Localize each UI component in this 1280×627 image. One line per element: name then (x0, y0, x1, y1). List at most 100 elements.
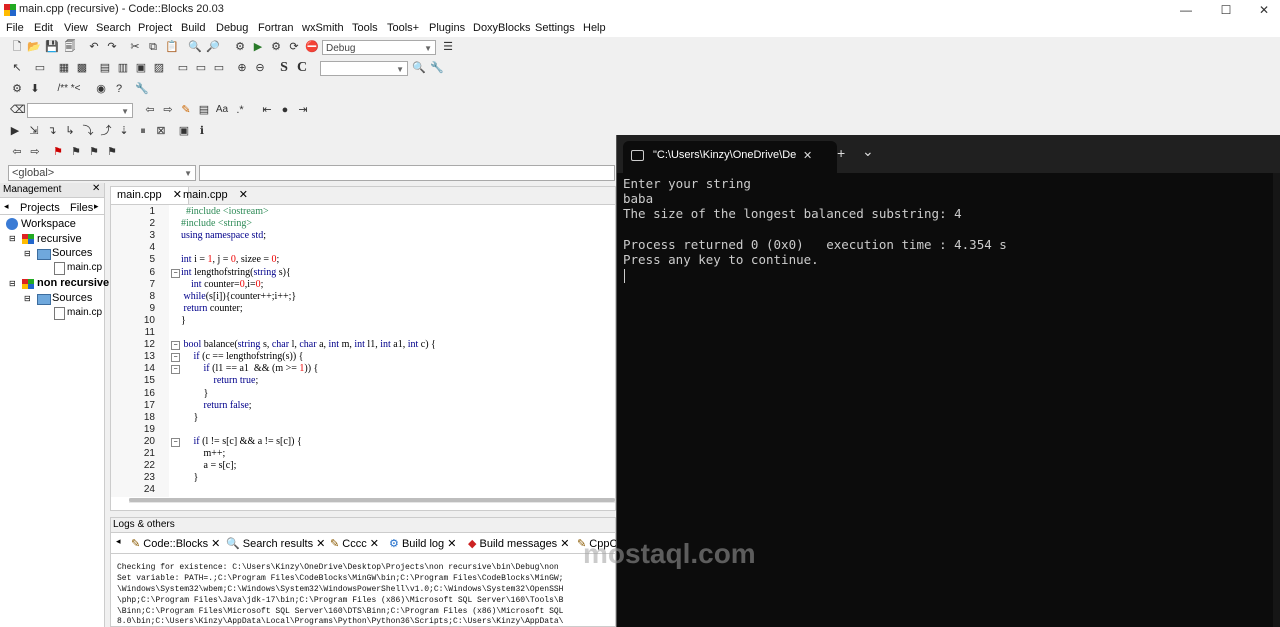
find-next-icon[interactable]: ⇨ (161, 103, 175, 117)
build-gear-icon[interactable]: ⚙ (233, 40, 247, 54)
editor-tab[interactable]: main.cpp ✕ (177, 187, 254, 204)
menu-view[interactable]: View (64, 22, 88, 34)
save-all-icon[interactable]: 🗐 (63, 40, 77, 54)
open-file-icon[interactable]: 📂 (27, 40, 41, 54)
pointer-icon[interactable]: ↖ (10, 61, 24, 75)
tab-scroll-left-icon[interactable]: ◂ (116, 536, 121, 547)
minimize-button[interactable]: — (1166, 0, 1206, 20)
sizer-icon[interactable]: ▤ (98, 61, 112, 75)
widget-b-icon[interactable]: ▭ (194, 61, 208, 75)
jump-back-icon[interactable]: ⇤ (260, 103, 274, 117)
wx-combo[interactable]: ▼ (320, 61, 408, 76)
next-bookmark-icon[interactable]: ⚑ (87, 145, 101, 159)
scrollbar-thumb[interactable] (129, 498, 615, 502)
comment-block-button[interactable]: /** *< (50, 82, 88, 96)
collapse-icon[interactable]: ⊟ (24, 249, 31, 258)
widget-c-icon[interactable]: ▭ (212, 61, 226, 75)
paste-icon[interactable]: 📋 (165, 40, 179, 54)
maximize-button[interactable]: ☐ (1206, 0, 1246, 20)
close-icon[interactable]: ✕ (316, 538, 325, 550)
tree-sources[interactable]: Sources (52, 292, 92, 304)
menu-search[interactable]: Search (96, 22, 131, 34)
close-icon[interactable]: ✕ (803, 149, 812, 162)
s-button[interactable]: S (277, 61, 291, 75)
tree-sources[interactable]: Sources (52, 247, 92, 259)
pause-icon[interactable]: ⏸ (136, 124, 150, 138)
panel-icon[interactable]: ▩ (75, 61, 89, 75)
debug-info-icon[interactable]: ℹ (195, 124, 209, 138)
search-text-input[interactable]: ▼ (27, 103, 133, 118)
step-into-instr-icon[interactable]: ⇣ (117, 124, 131, 138)
close-button[interactable]: ✕ (1244, 0, 1280, 20)
tree-project-non-recursive[interactable]: non recursive (37, 277, 109, 289)
menu-tools-plus[interactable]: Tools+ (387, 22, 419, 34)
debug-windows-icon[interactable]: ▣ (177, 124, 191, 138)
highlight-icon[interactable]: ✎ (179, 103, 193, 117)
html-icon[interactable]: ◉ (94, 82, 108, 96)
replace-icon[interactable]: 🔎 (206, 40, 220, 54)
jump-forward-icon[interactable]: ⇥ (296, 103, 310, 117)
copy-icon[interactable]: ⧉ (146, 40, 160, 54)
debug-continue-icon[interactable]: ▶ (8, 124, 22, 138)
menu-plugins[interactable]: Plugins (429, 22, 465, 34)
collapse-icon[interactable]: ⊟ (9, 234, 16, 243)
doxywizard-icon[interactable]: ⚙ (10, 82, 24, 96)
log-tab-build-log[interactable]: ⚙ Build log ✕ (386, 535, 460, 553)
box-sizer-icon[interactable]: ▥ (116, 61, 130, 75)
c-button[interactable]: C (295, 61, 309, 75)
new-file-icon[interactable]: 🗋 (10, 40, 24, 54)
log-tab-codeblocks[interactable]: ✎ Code::Blocks ✕ (131, 535, 220, 553)
fold-collapse-icon[interactable]: − (171, 268, 180, 278)
widget-a-icon[interactable]: ▭ (176, 61, 190, 75)
close-icon[interactable]: ✕ (370, 538, 379, 550)
undo-icon[interactable]: ↶ (87, 40, 101, 54)
close-icon[interactable]: ✕ (239, 189, 248, 201)
terminal-scrollbar[interactable] (1273, 173, 1280, 627)
menu-settings[interactable]: Settings (535, 22, 575, 34)
search-icon[interactable]: 🔍 (412, 61, 426, 75)
menu-fortran[interactable]: Fortran (258, 22, 293, 34)
fold-collapse-icon[interactable]: − (171, 437, 180, 447)
forward-icon[interactable]: ⇨ (28, 145, 42, 159)
close-icon[interactable]: ✕ (447, 538, 456, 550)
save-icon[interactable]: 💾 (45, 40, 59, 54)
build-options-icon[interactable]: ☰ (441, 40, 455, 54)
collapse-icon[interactable]: ⊟ (24, 294, 31, 303)
zoom-in-icon[interactable]: ⊕ (235, 61, 249, 75)
selected-text-icon[interactable]: ▤ (197, 103, 211, 117)
find-icon[interactable]: 🔍 (188, 40, 202, 54)
grid-sizer-icon[interactable]: ▣ (134, 61, 148, 75)
last-jump-icon[interactable]: ● (278, 103, 292, 117)
tab-scroll-left-icon[interactable]: ◂ (4, 201, 9, 212)
build-run-icon[interactable]: ⚙ (269, 40, 283, 54)
log-tab-build-messages[interactable]: ◆ Build messages ✕ (468, 535, 569, 553)
build-target-select[interactable]: Debug ▼ (322, 40, 436, 55)
wrench-icon[interactable]: 🔧 (430, 61, 444, 75)
tab-dropdown-button[interactable]: ⌄ (862, 143, 874, 160)
flex-sizer-icon[interactable]: ▨ (152, 61, 166, 75)
next-line-icon[interactable]: ↴ (45, 124, 59, 138)
preferences-wrench-icon[interactable]: 🔧 (135, 82, 149, 96)
tree-project-recursive[interactable]: recursive (37, 233, 82, 245)
stop-debug-icon[interactable]: ⊠ (154, 124, 168, 138)
menu-wxsmith[interactable]: wxSmith (302, 22, 344, 34)
next-instruction-icon[interactable]: ↳ (63, 124, 77, 138)
tab-scroll-right-icon[interactable]: ▸ (94, 201, 99, 212)
run-to-cursor-icon[interactable]: ⇲ (27, 124, 41, 138)
rebuild-icon[interactable]: ⟳ (287, 40, 301, 54)
fold-collapse-icon[interactable]: − (171, 353, 180, 363)
horizontal-scrollbar[interactable] (129, 498, 615, 503)
chm-icon[interactable]: ? (112, 82, 126, 96)
tree-workspace[interactable]: Workspace (21, 218, 76, 230)
frame-icon[interactable]: ▭ (33, 61, 47, 75)
fold-collapse-icon[interactable]: − (171, 365, 180, 375)
clear-bookmarks-icon[interactable]: ⚑ (105, 145, 119, 159)
prev-bookmark-icon[interactable]: ⚑ (69, 145, 83, 159)
extract-icon[interactable]: ⬇ (28, 82, 42, 96)
menu-edit[interactable]: Edit (34, 22, 53, 34)
step-out-icon[interactable]: ⤴ (99, 124, 113, 138)
menu-project[interactable]: Project (138, 22, 172, 34)
scope-select[interactable]: <global> ▼ (8, 165, 196, 181)
match-case-icon[interactable]: Aa (215, 103, 229, 117)
tree-file-main[interactable]: main.cp (67, 262, 102, 273)
